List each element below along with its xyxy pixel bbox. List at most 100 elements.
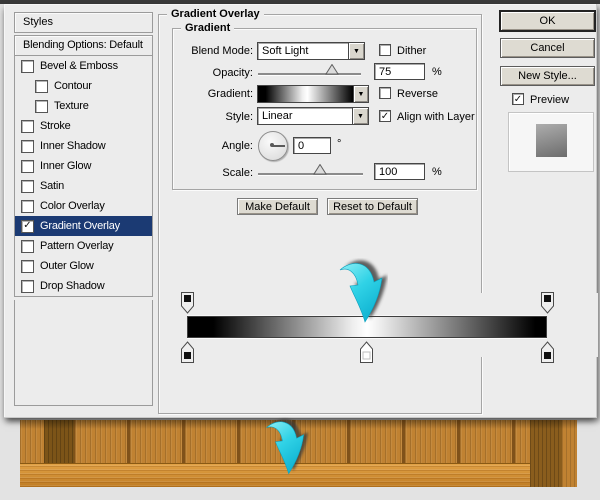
color-stop-middle-white[interactable] [360,341,373,363]
scale-slider-thumb[interactable] [313,164,327,175]
group-title: Gradient Overlay [167,8,264,20]
color-stop-left-black[interactable] [181,341,194,363]
dither-checkbox[interactable] [379,44,391,56]
sidebar-item-label: Color Overlay [40,200,105,212]
new-style-button[interactable]: New Style... [500,66,595,86]
checkbox-icon[interactable] [21,160,34,173]
reset-to-default-label: Reset to Default [333,201,412,213]
angle-center-dot [270,143,274,147]
tutorial-screenshot: Styles Blending Options: Default Bevel &… [0,0,600,500]
gradient-picker-button[interactable]: ▼ [353,85,369,103]
opacity-input[interactable] [374,63,425,80]
opacity-stop-right[interactable] [541,292,554,314]
opacity-stop-left[interactable] [181,292,194,314]
sidebar-item-label: Gradient Overlay [40,220,120,232]
scale-label: Scale: [160,167,253,179]
chevron-down-icon[interactable]: ▼ [352,108,368,124]
ok-label: OK [540,15,556,27]
sidebar-item-label: Inner Glow [40,160,91,172]
sidebar-item-satin[interactable]: Satin [14,176,153,197]
sidebar-item-pattern-overlay[interactable]: Pattern Overlay [14,236,153,257]
callout-arrow-icon [336,258,388,331]
styles-header-label: Styles [23,16,53,28]
checkbox-icon[interactable] [21,140,34,153]
checkbox-icon[interactable] [21,280,34,293]
angle-dial[interactable] [258,131,288,161]
blend-mode-select[interactable]: Soft Light ▼ [257,42,365,60]
checkbox-icon[interactable] [35,80,48,93]
cancel-button[interactable]: Cancel [500,38,595,58]
make-default-button[interactable]: Make Default [237,198,318,215]
cancel-label: Cancel [530,42,564,54]
reset-to-default-button[interactable]: Reset to Default [327,198,418,215]
sidebar-item-blending-options[interactable]: Blending Options: Default [14,35,153,56]
wood-dark-plank [530,420,562,487]
align-with-layer-label: Align with Layer [397,111,475,123]
checkbox-icon[interactable] [21,240,34,253]
sidebar-item-drop-shadow[interactable]: Drop Shadow [14,276,153,297]
sidebar-item-label: Bevel & Emboss [40,60,118,72]
gradient-swatch[interactable] [257,85,354,103]
blend-mode-value: Soft Light [258,45,348,57]
checkbox-icon[interactable] [21,60,34,73]
scale-input[interactable] [374,163,425,180]
sidebar-item-label: Pattern Overlay [40,240,113,252]
sidebar-item-contour[interactable]: Contour [14,76,153,97]
ok-button[interactable]: OK [500,11,595,31]
wood-dark-plank [44,420,74,463]
opacity-slider-track[interactable] [258,73,361,75]
sidebar-item-label: Stroke [40,120,71,132]
checkbox-icon[interactable] [21,200,34,213]
chevron-down-icon[interactable]: ▼ [348,43,364,59]
blend-mode-label: Blend Mode: [160,45,253,57]
checkbox-icon[interactable] [21,180,34,193]
gradient-label: Gradient: [160,88,253,100]
styles-header: Styles [14,12,153,33]
checkbox-icon[interactable] [21,120,34,133]
style-select[interactable]: Linear ▼ [257,107,369,125]
angle-label: Angle: [160,140,253,152]
chevron-down-icon[interactable]: ▼ [354,86,368,102]
sidebar-item-label: Contour [54,80,92,92]
sidebar-item-label: Outer Glow [40,260,94,272]
checkbox-checked-icon[interactable]: ✓ [21,220,34,233]
opacity-label: Opacity: [160,67,253,79]
style-value: Linear [258,110,352,122]
sidebar-item-outer-glow[interactable]: Outer Glow [14,256,153,277]
reverse-checkbox[interactable] [379,87,391,99]
style-preview-box [508,112,594,172]
sidebar-item-bevel-emboss[interactable]: Bevel & Emboss [14,56,153,77]
sidebar-item-label: Texture [54,100,89,112]
dither-label: Dither [397,45,426,57]
style-preview-thumbnail [536,124,567,157]
callout-arrow-icon [262,417,310,482]
sidebar-item-gradient-overlay[interactable]: ✓ Gradient Overlay [14,216,153,237]
checkbox-icon[interactable] [35,100,48,113]
sidebar-item-label: Satin [40,180,64,192]
sidebar-item-stroke[interactable]: Stroke [14,116,153,137]
angle-unit: ° [337,138,341,150]
sidebar-item-inner-glow[interactable]: Inner Glow [14,156,153,177]
align-with-layer-checkbox[interactable]: ✓ [379,110,391,122]
sidebar-item-texture[interactable]: Texture [14,96,153,117]
sidebar-item-label: Drop Shadow [40,280,104,292]
color-stop-right-black[interactable] [541,341,554,363]
preview-checkbox[interactable]: ✓ [512,93,524,105]
scale-unit: % [432,166,442,178]
opacity-slider-thumb[interactable] [325,64,339,75]
blending-options-label: Blending Options: Default [23,39,143,51]
wood-edge-plank [562,420,577,487]
reverse-label: Reverse [397,88,438,100]
make-default-label: Make Default [245,201,310,213]
scale-slider-track[interactable] [258,173,363,175]
style-label: Style: [160,111,253,123]
inner-group-title: Gradient [181,22,234,34]
sidebar-item-label: Inner Shadow [40,140,105,152]
sidebar-filler [14,300,153,406]
opacity-unit: % [432,66,442,78]
checkbox-icon[interactable] [21,260,34,273]
sidebar-item-color-overlay[interactable]: Color Overlay [14,196,153,217]
sidebar-item-inner-shadow[interactable]: Inner Shadow [14,136,153,157]
angle-input[interactable] [293,137,331,154]
new-style-label: New Style... [518,70,577,82]
